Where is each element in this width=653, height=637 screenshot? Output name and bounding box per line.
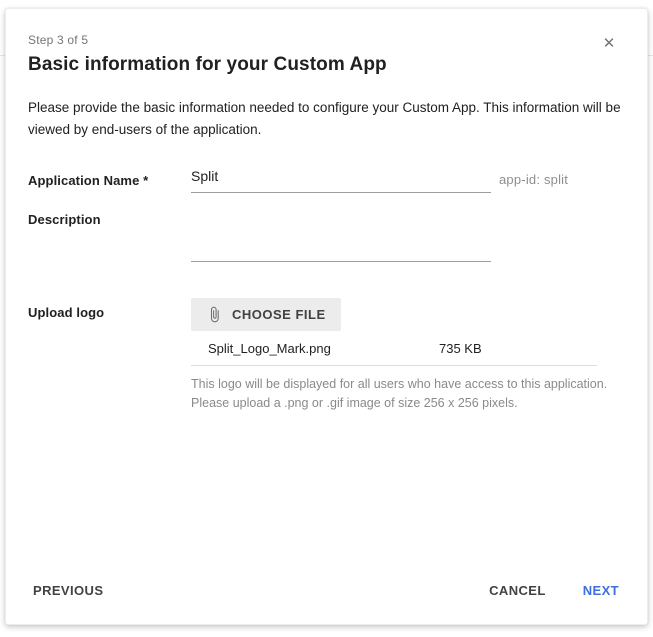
close-icon[interactable]: ✕ [599,33,619,53]
upload-logo-label: Upload logo [28,298,191,320]
application-name-row: Application Name * app-id: split [28,166,625,193]
intro-line-2: viewed by end-users of the application. [28,119,625,141]
step-indicator: Step 3 of 5 [28,33,625,47]
choose-file-button[interactable]: CHOOSE FILE [191,298,341,331]
custom-app-wizard-dialog: ✕ Step 3 of 5 Basic information for your… [5,8,648,625]
upload-help-text: This logo will be displayed for all user… [191,375,636,412]
app-id-hint: app-id: split [499,166,568,187]
intro-line-1: Please provide the basic information nee… [28,97,625,119]
cancel-button[interactable]: CANCEL [489,579,546,602]
application-name-input[interactable] [191,166,491,193]
previous-button[interactable]: PREVIOUS [33,579,103,602]
uploaded-file-size: 735 KB [439,341,482,356]
application-name-label: Application Name * [28,166,191,188]
upload-logo-row: Upload logo CHOOSE FILE Split_Logo_Mark.… [28,298,625,412]
description-label: Description [28,205,191,227]
description-row: Description [28,205,625,262]
next-button[interactable]: NEXT [583,579,619,602]
description-input[interactable] [191,205,491,262]
dialog-title: Basic information for your Custom App [28,54,625,76]
dialog-footer: PREVIOUS CANCEL NEXT [33,579,619,602]
choose-file-label: CHOOSE FILE [232,307,326,322]
uploaded-file-name: Split_Logo_Mark.png [208,341,439,356]
basic-info-form: Application Name * app-id: split Descrip… [28,166,625,412]
upload-help-line-2: Please upload a .png or .gif image of si… [191,394,636,413]
upload-logo-controls: CHOOSE FILE Split_Logo_Mark.png 735 KB T… [191,298,636,412]
paperclip-icon [206,306,223,323]
uploaded-file-row: Split_Logo_Mark.png 735 KB [191,341,597,366]
intro-text: Please provide the basic information nee… [28,97,625,141]
footer-right-actions: CANCEL NEXT [489,579,619,602]
upload-help-line-1: This logo will be displayed for all user… [191,375,636,394]
